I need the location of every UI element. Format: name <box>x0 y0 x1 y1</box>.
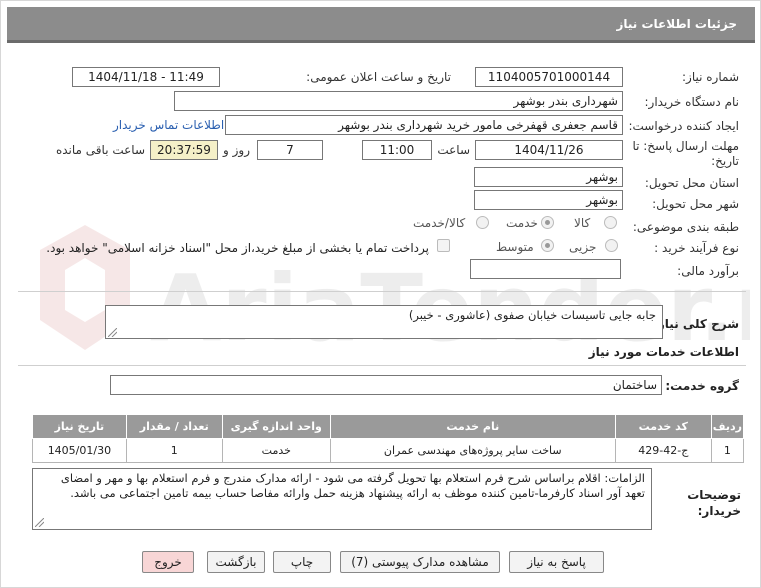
buyer-org-field[interactable]: شهرداری بندر بوشهر <box>174 91 623 111</box>
need-number-field[interactable]: 1104005701000144 <box>475 67 623 87</box>
back-button[interactable]: بازگشت <box>207 551 265 573</box>
divider <box>18 291 746 292</box>
col-header-unit: واحد اندازه گیری <box>221 414 331 439</box>
summary-text: جابه جایی تاسیسات خیابان صفوی (عاشوری - … <box>408 308 656 322</box>
requester-label: ایجاد کننده درخواست: <box>628 119 739 133</box>
table-row[interactable]: 1 ج-42-429 ساخت سایر پروژه‌های مهندسی عم… <box>32 438 745 463</box>
col-header-row-number: ردیف <box>710 414 745 439</box>
city-label: شهر محل تحویل: <box>652 197 739 211</box>
buyer-notes-text: الزامات: اقلام براساس شرح فرم استعلام به… <box>60 471 645 500</box>
remaining-time-field: 20:37:59 <box>150 140 218 160</box>
cell-date: 1405/01/30 <box>32 438 127 463</box>
reply-button[interactable]: پاسخ به نیاز <box>509 551 604 573</box>
category-radio-goods[interactable] <box>604 216 617 229</box>
notes-label-buyer: خریدار: <box>697 504 741 518</box>
province-label: استان محل تحویل: <box>644 176 739 190</box>
process-radio-minor[interactable] <box>605 239 618 252</box>
view-attachments-button[interactable]: مشاهده مدارک پیوستی (7) <box>340 551 500 573</box>
category-label: طبقه بندی موضوعی: <box>632 220 739 234</box>
category-radio-goods-service[interactable] <box>476 216 489 229</box>
category-option-goods: کالا <box>574 216 591 230</box>
announce-date-label: تاریخ و ساعت اعلان عمومی: <box>306 70 451 84</box>
process-option-minor: جزیی <box>569 240 597 254</box>
print-button[interactable]: چاپ <box>273 551 331 573</box>
col-header-name: نام خدمت <box>329 414 616 439</box>
summary-label: شرح کلی نیاز: <box>653 317 739 331</box>
summary-textarea[interactable]: جابه جایی تاسیسات خیابان صفوی (عاشوری - … <box>105 305 663 339</box>
table-header-row: ردیف کد خدمت نام خدمت واحد اندازه گیری ت… <box>32 414 745 439</box>
process-option-medium: متوسط <box>496 240 534 254</box>
service-group-field[interactable]: ساختمان <box>110 375 662 395</box>
cell-unit: خدمت <box>221 438 331 463</box>
page-title: جزئیات اطلاعات نیاز <box>616 17 737 31</box>
process-label: نوع فرآیند خرید : <box>654 241 739 255</box>
days-field[interactable]: 7 <box>257 140 323 160</box>
city-field[interactable]: بوشهر <box>474 190 623 210</box>
estimate-field[interactable] <box>470 259 621 279</box>
requester-field[interactable]: قاسم جعفری قهفرخی مامور خرید شهرداری بند… <box>225 115 623 135</box>
services-table: ردیف کد خدمت نام خدمت واحد اندازه گیری ت… <box>32 414 745 463</box>
col-header-date: تاریخ نیاز <box>32 414 127 439</box>
cell-row-number: 1 <box>710 438 745 463</box>
divider <box>18 365 746 366</box>
cell-name: ساخت سایر پروژه‌های مهندسی عمران <box>329 438 616 463</box>
days-label: روز و <box>223 143 250 157</box>
process-radio-medium[interactable] <box>541 239 554 252</box>
category-radio-service[interactable] <box>541 216 554 229</box>
treasury-payment-note: پرداخت تمام یا بخشی از مبلغ خرید،از محل … <box>46 241 429 255</box>
buyer-contact-link[interactable]: اطلاعات تماس خریدار <box>113 118 224 132</box>
resize-grip-icon[interactable] <box>35 518 44 527</box>
col-header-qty: تعداد / مقدار <box>125 414 223 439</box>
category-option-service: خدمت <box>506 216 538 230</box>
need-number-label: شماره نیاز: <box>682 70 739 84</box>
exit-button[interactable]: خروج <box>142 551 194 573</box>
cell-code: ج-42-429 <box>614 438 712 463</box>
deadline-time-field[interactable]: 11:00 <box>362 140 432 160</box>
category-option-goods-service: کالا/خدمت <box>413 216 466 230</box>
col-header-code: کد خدمت <box>614 414 712 439</box>
time-label: ساعت <box>437 143 470 157</box>
deadline-date-field[interactable]: 1404/11/26 <box>475 140 623 160</box>
buyer-org-label: نام دستگاه خریدار: <box>644 95 740 109</box>
estimate-label: برآورد مالی: <box>677 264 739 278</box>
treasury-payment-checkbox[interactable] <box>437 239 450 252</box>
title-bar: جزئیات اطلاعات نیاز <box>7 7 755 43</box>
notes-label: توضیحات <box>687 488 741 502</box>
service-group-label: گروه خدمت: <box>665 379 739 393</box>
remaining-time-label: ساعت باقی مانده <box>55 143 145 157</box>
cell-qty: 1 <box>125 438 223 463</box>
buyer-notes-textarea[interactable]: الزامات: اقلام براساس شرح فرم استعلام به… <box>32 468 652 530</box>
deadline-label: مهلت ارسال پاسخ: تا <box>632 139 739 153</box>
resize-grip-icon[interactable] <box>108 328 117 337</box>
announce-date-field[interactable]: 1404/11/18 - 11:49 <box>72 67 220 87</box>
deadline-date-label: تاریخ: <box>711 154 739 168</box>
province-field[interactable]: بوشهر <box>474 167 623 187</box>
services-section-title: اطلاعات خدمات مورد نیاز <box>588 345 739 359</box>
